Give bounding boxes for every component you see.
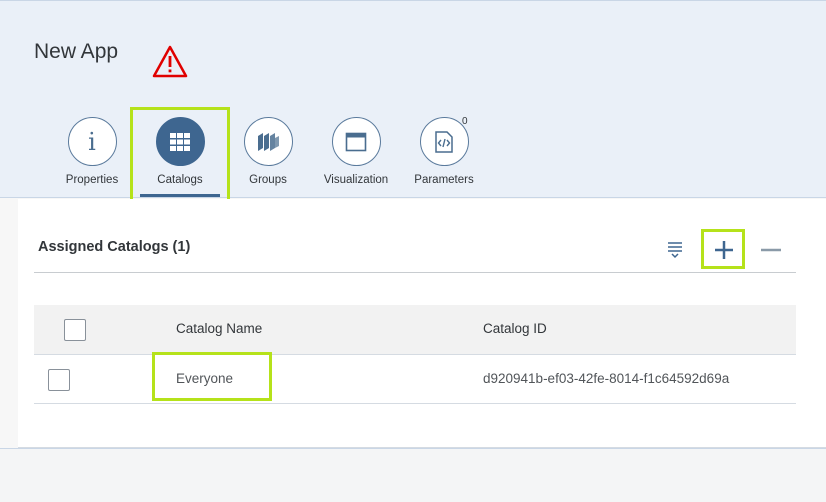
tab-label: Parameters	[414, 174, 474, 186]
select-all-checkbox[interactable]	[64, 319, 86, 341]
catalog-id-cell: d920941b-ef03-42fe-8014-f1c64592d69a	[483, 371, 730, 386]
tab-label: Properties	[65, 174, 119, 186]
window-icon	[331, 117, 381, 166]
filter-icon[interactable]	[663, 238, 687, 262]
warning-triangle-icon[interactable]	[152, 44, 188, 80]
minus-icon	[761, 248, 781, 252]
remove-button[interactable]	[758, 238, 784, 262]
groups-icon	[243, 117, 293, 166]
tab-properties[interactable]: i Properties	[52, 117, 132, 186]
tab-parameters[interactable]: 0 Parameters	[404, 116, 484, 186]
catalog-name-highlight	[152, 352, 272, 401]
tab-groups[interactable]: Groups	[228, 117, 308, 186]
column-header-catalog-id[interactable]: Catalog ID	[483, 321, 547, 336]
footer-area	[0, 448, 826, 502]
catalogs-tab-highlight	[130, 107, 230, 207]
tab-label: Visualization	[323, 174, 389, 186]
row-checkbox[interactable]	[48, 369, 70, 391]
page-title: New App	[34, 40, 119, 63]
add-button-highlight	[701, 229, 745, 269]
tab-label: Groups	[249, 174, 287, 186]
section-title: Assigned Catalogs (1)	[38, 239, 191, 255]
column-header-catalog-name[interactable]: Catalog Name	[176, 321, 262, 336]
tab-visualization[interactable]: Visualization	[316, 117, 396, 186]
table-header	[34, 305, 796, 355]
parameters-count-badge: 0	[462, 116, 468, 127]
section-divider	[34, 272, 796, 273]
info-icon: i	[67, 117, 117, 166]
